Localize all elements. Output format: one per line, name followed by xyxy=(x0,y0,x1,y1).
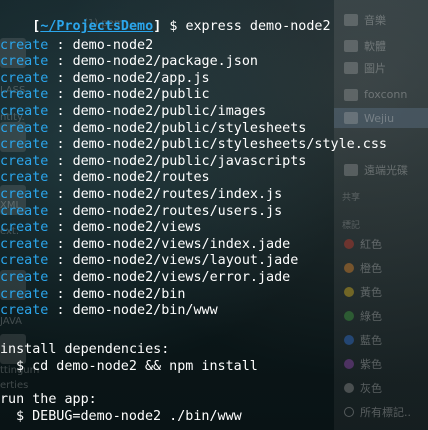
separator: : xyxy=(56,187,65,202)
create-line: create : demo-node2/routes xyxy=(0,170,210,187)
run-heading: run the app: xyxy=(0,392,97,407)
separator: : xyxy=(56,137,65,153)
separator: : xyxy=(56,37,65,53)
separator: : xyxy=(56,220,65,236)
create-keyword: create xyxy=(0,104,49,119)
separator: : xyxy=(56,236,65,252)
command-text: express demo-node2 xyxy=(185,18,331,34)
created-path: demo-node2 xyxy=(72,37,154,53)
separator: : xyxy=(56,286,65,302)
create-line: create : demo-node2/public/images xyxy=(0,104,266,121)
create-line: create : demo-node2/bin xyxy=(0,287,185,304)
separator: : xyxy=(56,153,65,169)
create-keyword: create xyxy=(0,220,49,236)
created-path: demo-node2/views xyxy=(72,220,202,236)
create-keyword: create xyxy=(0,37,49,53)
create-line: create : demo-node2/public xyxy=(0,87,210,104)
create-line: create : demo-node2/public/stylesheets/s… xyxy=(0,137,387,154)
create-keyword: create xyxy=(0,286,49,302)
separator: : xyxy=(56,303,65,319)
created-path: demo-node2/routes xyxy=(72,170,210,186)
separator: : xyxy=(56,203,65,219)
created-path: demo-node2/public xyxy=(72,87,210,103)
create-keyword: create xyxy=(0,270,49,285)
created-path: demo-node2/views/index.jade xyxy=(72,236,291,252)
created-path: demo-node2/views/error.jade xyxy=(72,270,291,285)
created-path: demo-node2/bin/www xyxy=(72,303,218,319)
create-keyword: create xyxy=(0,253,49,269)
prompt-directory: ~/ProjectsDemo xyxy=(40,18,154,34)
create-line: create : demo-node2/public/javascripts xyxy=(0,154,306,171)
created-path: demo-node2/public/javascripts xyxy=(72,153,307,169)
separator: : xyxy=(56,270,65,285)
create-keyword: create xyxy=(0,137,49,153)
create-line: create : demo-node2/package.json xyxy=(0,54,258,71)
create-line: create : demo-node2/routes/users.js xyxy=(0,204,282,221)
create-line: create : demo-node2/app.js xyxy=(0,71,210,88)
create-keyword: create xyxy=(0,87,49,103)
create-line: create : demo-node2/views xyxy=(0,220,202,237)
command-line: [~/ProjectsDemo] $ express demo-node2 xyxy=(0,2,330,34)
create-line: create : demo-node2/bin/www xyxy=(0,303,218,320)
create-line: create : demo-node2 xyxy=(0,38,153,55)
create-line: create : demo-node2/views/layout.jade xyxy=(0,253,298,270)
create-line: create : demo-node2/views/error.jade xyxy=(0,270,290,287)
create-keyword: create xyxy=(0,236,49,252)
create-line: create : demo-node2/public/stylesheets xyxy=(0,121,306,138)
prompt-bracket-close: ] xyxy=(153,18,162,34)
created-path: demo-node2/views/layout.jade xyxy=(72,253,299,269)
install-command: $ cd demo-node2 && npm install xyxy=(16,358,258,374)
separator: : xyxy=(56,70,65,86)
create-keyword: create xyxy=(0,170,49,186)
create-keyword: create xyxy=(0,54,49,70)
run-command: $ DEBUG=demo-node2 ./bin/www xyxy=(16,408,242,424)
created-path: demo-node2/bin xyxy=(72,286,186,302)
create-keyword: create xyxy=(0,70,49,86)
created-path: demo-node2/app.js xyxy=(72,70,210,86)
created-path: demo-node2/package.json xyxy=(72,54,258,70)
created-path: demo-node2/routes/index.js xyxy=(72,187,283,202)
separator: : xyxy=(56,253,65,269)
created-path: demo-node2/public/stylesheets xyxy=(72,120,307,136)
create-keyword: create xyxy=(0,120,49,136)
separator: : xyxy=(56,54,65,70)
created-path: demo-node2/public/images xyxy=(72,104,267,119)
separator: : xyxy=(56,87,65,103)
separator: : xyxy=(56,120,65,136)
install-heading: install dependencies: xyxy=(0,342,170,357)
create-keyword: create xyxy=(0,203,49,219)
prompt-symbol: $ xyxy=(169,18,178,34)
separator: : xyxy=(56,170,65,186)
create-line: create : demo-node2/views/index.jade xyxy=(0,237,290,254)
create-keyword: create xyxy=(0,153,49,169)
terminal-output[interactable]: [~/ProjectsDemo] $ express demo-node2 cr… xyxy=(0,0,428,430)
create-keyword: create xyxy=(0,187,49,202)
create-keyword: create xyxy=(0,303,49,319)
create-line: create : demo-node2/routes/index.js xyxy=(0,187,282,204)
created-path: demo-node2/routes/users.js xyxy=(72,203,283,219)
created-path: demo-node2/public/stylesheets/style.css xyxy=(72,137,387,153)
separator: : xyxy=(56,104,65,119)
